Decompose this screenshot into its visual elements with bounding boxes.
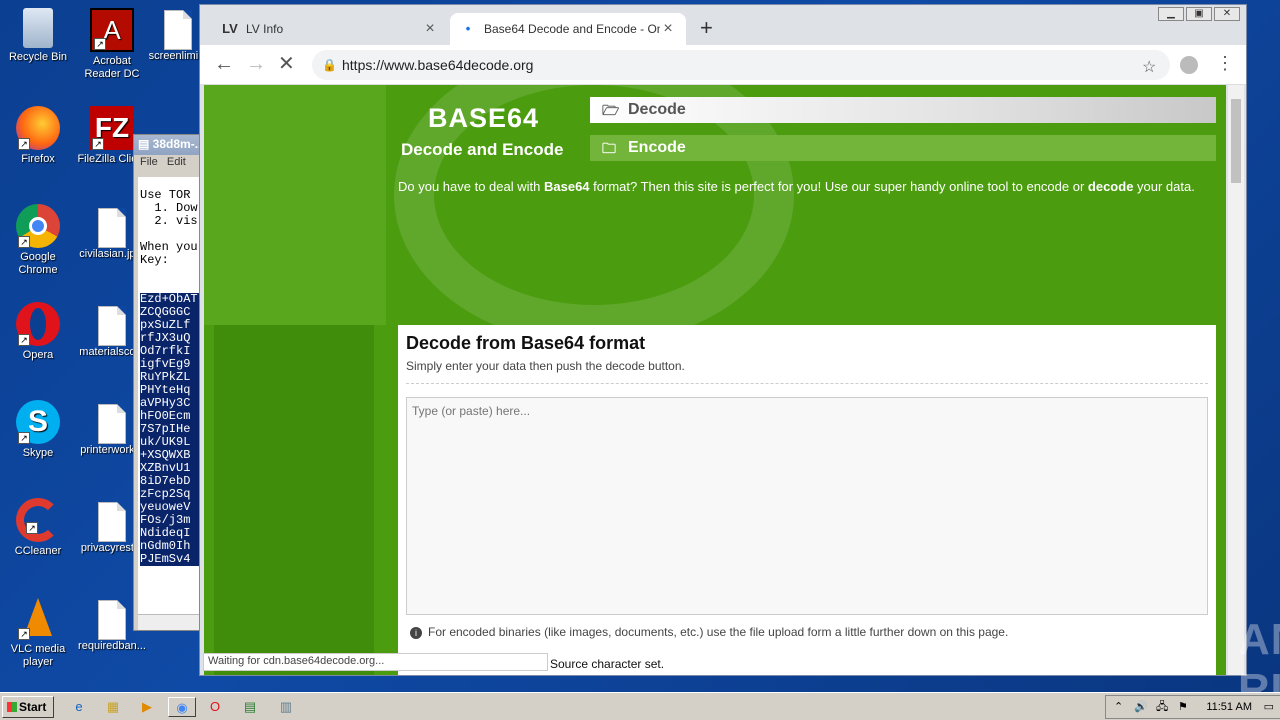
desktop-icon-chrome[interactable]: ↗ Google Chrome: [0, 204, 76, 277]
upload-note: i For encoded binaries (like images, docu…: [410, 625, 1008, 639]
lock-icon: 🔒: [322, 58, 337, 72]
scrollbar-thumb[interactable]: [1231, 99, 1241, 183]
flag-icon[interactable]: ⚑: [1178, 696, 1188, 718]
browser-toolbar: ← → ✕ 🔒 https://www.base64decode.org ☆ ⋮: [200, 45, 1246, 85]
bookmark-star-icon[interactable]: ☆: [1142, 57, 1156, 77]
decorative-pattern: [204, 85, 386, 325]
desktop-icon-firefox[interactable]: ↗ Firefox: [0, 106, 76, 166]
clock[interactable]: 11:51 AM: [1206, 696, 1252, 718]
address-bar[interactable]: 🔒 https://www.base64decode.org: [312, 50, 1170, 80]
notepad-icon: ▤: [138, 137, 153, 151]
site-logo-title[interactable]: BASE64: [428, 103, 539, 134]
site-logo-subtitle[interactable]: Decode and Encode: [401, 140, 563, 160]
lv-favicon-icon: LV: [222, 21, 238, 36]
browser-menu-icon[interactable]: ⋮: [1216, 53, 1234, 74]
forward-button[interactable]: →: [246, 53, 266, 75]
desktop-icon-acrobat[interactable]: A ↗ Acrobat Reader DC: [74, 8, 150, 81]
browser-window: ▁ ▣ ✕ LV LV Info × • Base64 Decode and E…: [199, 4, 1280, 714]
panel-title: Decode from Base64 format: [406, 333, 646, 353]
intro-text: Do you have to deal with Base64 format? …: [398, 179, 1195, 194]
desktop-icon-vlc[interactable]: ↗ VLC media player: [0, 596, 76, 669]
document-icon: [98, 208, 126, 248]
recycle-bin-icon: [23, 8, 53, 48]
document-icon: [164, 10, 192, 50]
folder-open-icon: 🗁: [602, 102, 620, 118]
close-window-button[interactable]: ✕: [1214, 7, 1240, 21]
document-icon: [98, 600, 126, 640]
info-icon: i: [410, 627, 422, 639]
acrobat-icon: A ↗: [90, 8, 134, 52]
document-icon: [98, 404, 126, 444]
divider: [406, 383, 1208, 384]
page-scrollbar[interactable]: [1228, 85, 1244, 675]
menu-edit[interactable]: Edit: [167, 156, 186, 168]
system-tray: ⌃ 🔊 🖧 ⚑ 11:51 AM ▭: [1105, 695, 1280, 719]
filezilla-icon: FZ ↗: [90, 106, 134, 150]
taskbar: Start e ▦ ▶ ◉ O ▤ ▥ ⌃ 🔊 🖧 ⚑ 11:51 AM ▭: [0, 692, 1280, 720]
task-manager-icon[interactable]: ▤: [236, 697, 264, 717]
desktop-icon-skype[interactable]: S ↗ Skype: [0, 400, 76, 460]
firefox-icon: ↗: [16, 106, 60, 150]
close-tab-icon[interactable]: ×: [422, 20, 438, 38]
decode-input[interactable]: [406, 397, 1208, 615]
page-viewport: BASE64 Decode and Encode 🗁 Decode 🗀 Enco…: [204, 85, 1226, 675]
document-icon: [98, 502, 126, 542]
skype-icon: S ↗: [16, 400, 60, 444]
nav-decode[interactable]: 🗁 Decode: [590, 97, 1216, 123]
opera-taskbar-icon[interactable]: O: [204, 697, 226, 717]
ccleaner-icon: ↗: [16, 498, 60, 542]
status-bar: Waiting for cdn.base64decode.org...: [203, 653, 548, 671]
tray-expand-icon[interactable]: ⌃: [1114, 696, 1123, 718]
desktop-icon-ccleaner[interactable]: ↗ CCleaner: [0, 498, 76, 558]
url-text: https://www.base64decode.org: [342, 57, 534, 73]
notepad-taskbar-icon[interactable]: ▥: [272, 697, 300, 717]
tab-lv-info[interactable]: LV LV Info ×: [212, 13, 448, 45]
nav-encode[interactable]: 🗀 Encode: [590, 135, 1216, 161]
minimize-button[interactable]: ▁: [1158, 7, 1184, 21]
chrome-icon: ↗: [16, 204, 60, 248]
network-icon[interactable]: 🖧: [1156, 696, 1168, 718]
start-button[interactable]: Start: [2, 696, 54, 718]
maximize-button[interactable]: ▣: [1186, 7, 1212, 21]
account-avatar[interactable]: [1180, 56, 1198, 74]
charset-label: Source character set.: [550, 657, 665, 671]
tab-base64[interactable]: • Base64 Decode and Encode - Online ×: [450, 13, 686, 45]
stop-button[interactable]: ✕: [278, 53, 295, 75]
chrome-taskbar-icon[interactable]: ◉: [168, 697, 196, 717]
loading-favicon-icon: •: [465, 21, 471, 36]
close-tab-icon[interactable]: ×: [660, 20, 676, 38]
vlc-icon: ↗: [16, 596, 60, 640]
decode-panel: Decode from Base64 format Simply enter y…: [398, 325, 1216, 675]
back-button[interactable]: ←: [214, 53, 234, 75]
volume-icon[interactable]: 🔊: [1134, 696, 1148, 718]
folder-icon: 🗀: [602, 140, 616, 156]
menu-file[interactable]: File: [140, 156, 158, 168]
document-icon: [98, 306, 126, 346]
media-player-icon[interactable]: ▶: [136, 697, 158, 717]
opera-icon: ↗: [16, 302, 60, 346]
window-controls: ▁ ▣ ✕: [1158, 7, 1240, 21]
left-sidebar: [214, 325, 374, 675]
panel-subtitle: Simply enter your data then push the dec…: [406, 359, 685, 373]
new-tab-button[interactable]: +: [700, 17, 713, 39]
desktop-icon-opera[interactable]: ↗ Opera: [0, 302, 76, 362]
desktop-icon-recycle-bin[interactable]: Recycle Bin: [0, 8, 76, 64]
show-desktop-icon[interactable]: ▭: [1264, 696, 1274, 718]
explorer-icon[interactable]: ▦: [102, 697, 124, 717]
ie-icon[interactable]: e: [68, 697, 90, 717]
